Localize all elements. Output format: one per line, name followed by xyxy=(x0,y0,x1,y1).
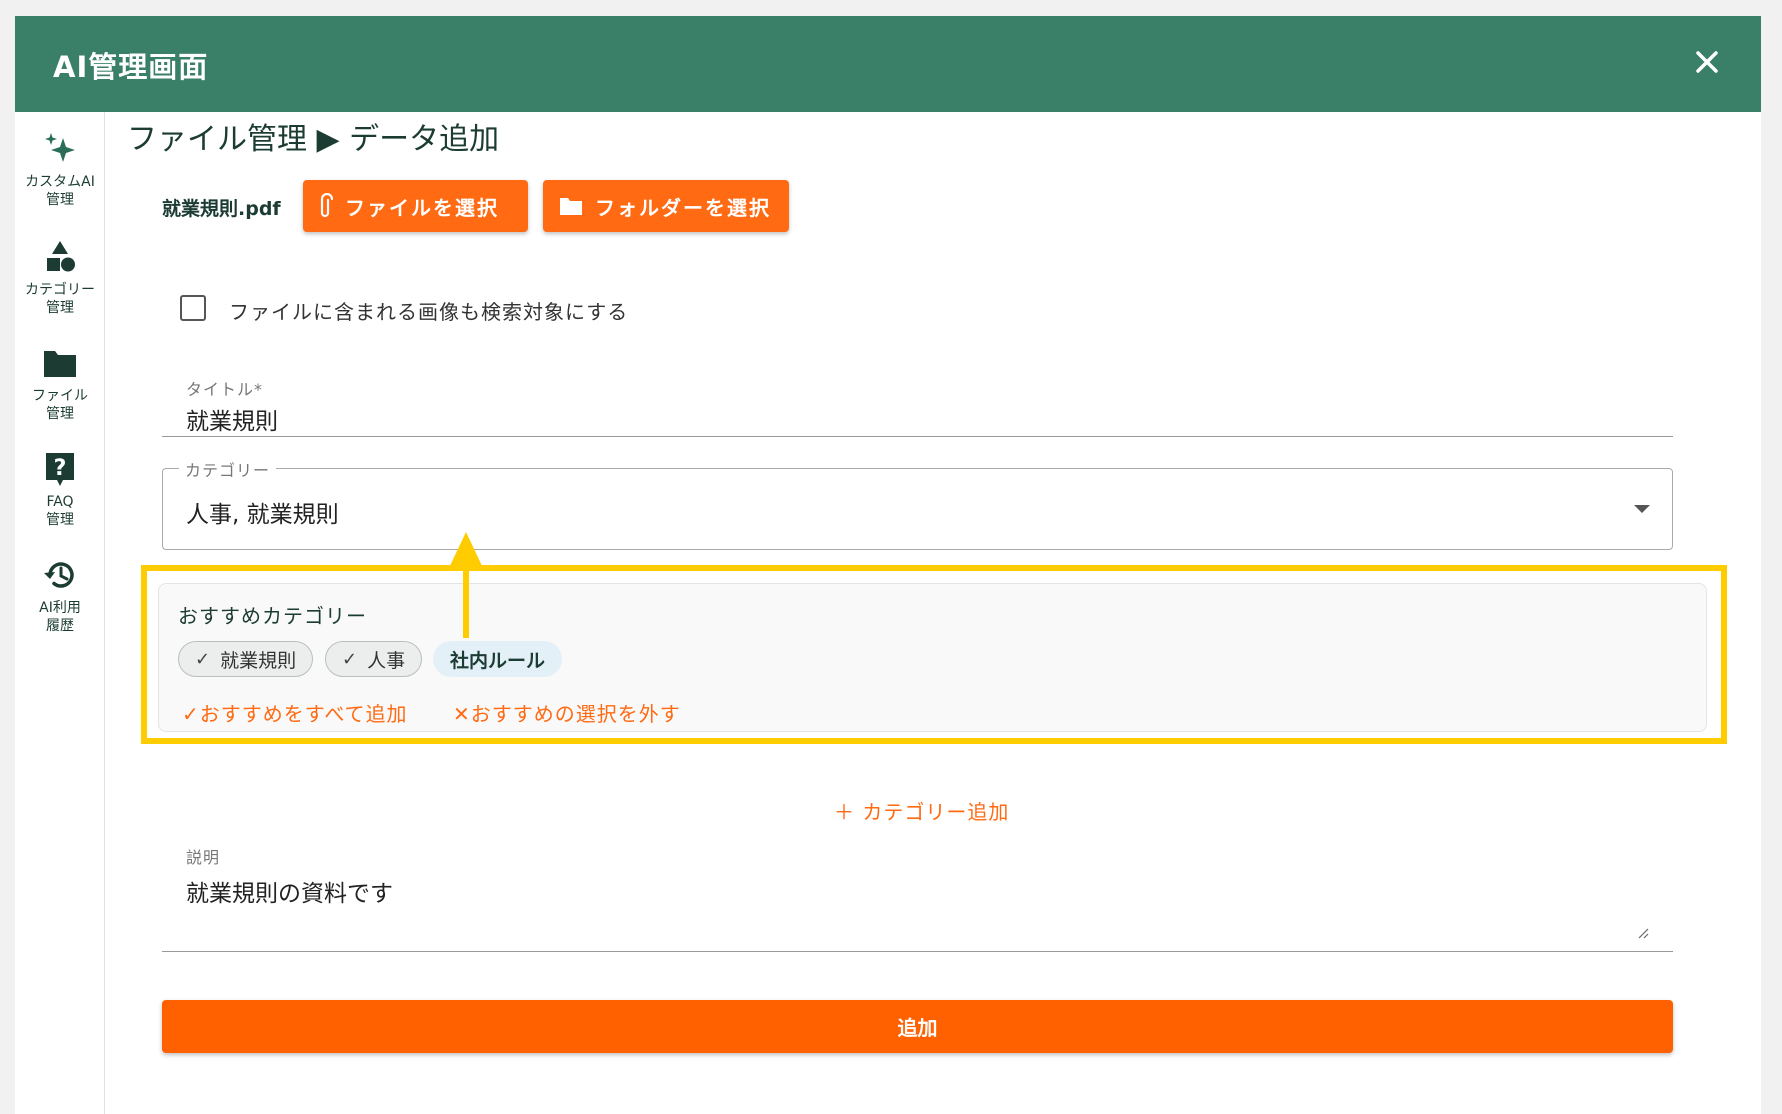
shapes-icon xyxy=(47,241,75,272)
select-file-label: ファイルを選択 xyxy=(345,195,499,220)
add-category-button[interactable]: ＋ カテゴリー追加 xyxy=(834,796,1009,825)
suggested-categories-title: おすすめカテゴリー xyxy=(178,604,367,628)
annotation-arrow-icon xyxy=(448,532,484,638)
description-field[interactable]: 説明 就業規則の資料です xyxy=(162,834,1673,952)
check-icon: ✓ xyxy=(195,648,211,670)
breadcrumb: ファイル管理 ▶ データ追加 xyxy=(127,122,500,157)
folder-icon xyxy=(560,198,582,215)
title-field[interactable]: タイトル* 就業規則 xyxy=(162,364,1673,437)
submit-add-button[interactable]: 追加 xyxy=(162,1000,1673,1053)
sparkle-icon xyxy=(45,133,75,162)
sidebar: カスタムAI 管理 カテゴリー 管理 ファイル 管理 ? FAQ 管理 AI利用… xyxy=(15,112,105,1114)
include-images-checkbox[interactable] xyxy=(180,295,206,321)
suggestion-chip[interactable]: ✓ 就業規則 xyxy=(178,641,314,677)
chevron-down-icon xyxy=(1634,505,1650,513)
sidebar-item-custom-ai[interactable]: カスタムAI 管理 xyxy=(15,130,105,209)
add-all-suggestions-link[interactable]: ✓おすすめをすべて追加 xyxy=(182,698,408,727)
paperclip-icon xyxy=(320,193,333,218)
title-field-label: タイトル* xyxy=(186,380,264,399)
suggestion-chip[interactable]: ✓ 人事 xyxy=(325,641,423,677)
sidebar-item-file[interactable]: ファイル 管理 xyxy=(15,344,105,423)
history-icon xyxy=(44,562,74,588)
app-title: AI管理画面 xyxy=(53,50,209,84)
sidebar-item-label: カスタムAI 管理 xyxy=(25,174,95,208)
check-icon: ✓ xyxy=(342,648,358,670)
sidebar-item-category[interactable]: カテゴリー 管理 xyxy=(15,238,105,317)
sidebar-item-label: カテゴリー 管理 xyxy=(25,282,95,316)
close-icon[interactable] xyxy=(1687,42,1727,82)
folder-icon xyxy=(44,351,76,377)
sidebar-item-ai-history[interactable]: AI利用 履歴 xyxy=(15,556,105,635)
title-field-value: 就業規則 xyxy=(186,409,278,435)
sidebar-item-label: FAQ 管理 xyxy=(46,494,74,528)
clear-suggestions-link[interactable]: ✕おすすめの選択を外す xyxy=(453,698,681,727)
description-field-label: 説明 xyxy=(186,848,221,867)
resize-handle-icon[interactable] xyxy=(1637,927,1649,939)
select-folder-button[interactable]: フォルダーを選択 xyxy=(543,180,789,232)
suggestion-chip-label: 就業規則 xyxy=(220,649,297,672)
select-folder-label: フォルダーを選択 xyxy=(595,195,771,220)
sidebar-item-faq[interactable]: ? FAQ 管理 xyxy=(15,450,105,529)
suggestion-chip-label: 人事 xyxy=(367,649,406,672)
help-icon: ? xyxy=(46,453,74,486)
description-field-value: 就業規則の資料です xyxy=(186,881,393,907)
category-field-value: 人事, 就業規則 xyxy=(186,502,339,528)
suggestion-chip-label: 社内ルール xyxy=(450,649,546,672)
sidebar-item-label: ファイル 管理 xyxy=(32,388,88,422)
suggestion-chip[interactable]: 社内ルール xyxy=(433,641,563,677)
category-field-label: カテゴリー xyxy=(179,457,277,481)
sidebar-item-label: AI利用 履歴 xyxy=(39,600,81,634)
svg-text:?: ? xyxy=(54,456,67,481)
suggested-categories-panel: おすすめカテゴリー ✓ 就業規則 ✓ 人事 社内ルール ✓おすすめをすべて追加 … xyxy=(158,583,1707,732)
selected-file-name: 就業規則.pdf xyxy=(162,198,281,220)
app-header: AI管理画面 xyxy=(15,16,1761,112)
category-select[interactable]: カテゴリー 人事, 就業規則 xyxy=(162,457,1673,550)
include-images-label: ファイルに含まれる画像も検索対象にする xyxy=(229,300,629,324)
select-file-button[interactable]: ファイルを選択 xyxy=(303,180,528,232)
